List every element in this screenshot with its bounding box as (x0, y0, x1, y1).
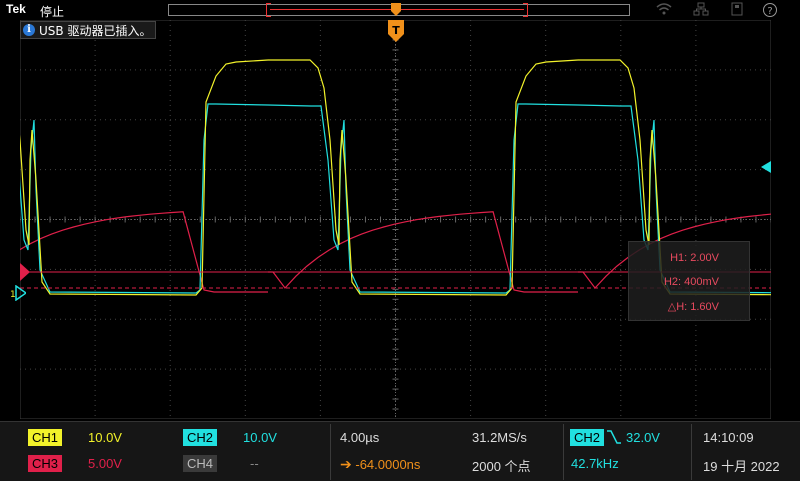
waveform-display[interactable] (20, 20, 771, 419)
horizontal-delay[interactable]: ➔ -64.0000ns (340, 456, 420, 473)
wifi-icon[interactable] (656, 2, 672, 18)
clock-date[interactable]: 19 十月 2022 (703, 456, 780, 475)
divider (330, 424, 331, 480)
trigger-marker-label: T (392, 24, 400, 37)
ch3-ground-marker[interactable] (20, 263, 32, 281)
trigger-source: CH2 (570, 429, 605, 446)
ch4-badge[interactable]: CH4 (183, 455, 218, 472)
usb-drive-icon[interactable] (729, 2, 745, 18)
sample-rate[interactable]: 31.2MS/s (472, 430, 527, 445)
bottom-settings-panel: CH1 10.0V CH2 10.0V CH3 5.00V CH4 -- 4.0… (0, 421, 800, 481)
info-icon: i (23, 24, 35, 36)
horizontal-scale[interactable]: 4.00µs (340, 430, 379, 445)
trigger-frequency[interactable]: 42.7kHz (571, 456, 619, 471)
ch3-label: CH3 (28, 455, 63, 472)
notification-usb-inserted[interactable]: i USB 驱动器已插入。 (20, 21, 157, 39)
cursor-h2-readout: H2: 400mV (663, 276, 719, 288)
cursor-delta-readout: △H: 1.60V (667, 301, 719, 313)
ch1-label: CH1 (28, 429, 63, 446)
delay-arrow-icon: ➔ (340, 456, 352, 472)
svg-text:?: ? (767, 6, 772, 17)
ch3-scale[interactable]: 5.00V (88, 456, 122, 471)
help-icon[interactable]: ? (762, 2, 778, 18)
trigger-level[interactable]: 32.0V (626, 430, 660, 445)
ch2-ground-marker[interactable]: 1 (8, 285, 26, 301)
ch2-label: CH2 (183, 429, 218, 446)
divider (691, 424, 692, 480)
trigger-position-record-marker (391, 3, 401, 16)
record-length[interactable]: 2000 个点 (472, 456, 531, 475)
ch1-badge[interactable]: CH1 (28, 429, 63, 446)
ch2-scale[interactable]: 10.0V (243, 430, 277, 445)
ch3-badge[interactable]: CH3 (28, 455, 63, 472)
ch1-scale[interactable]: 10.0V (88, 430, 122, 445)
notification-text: USB 驱动器已插入。 (39, 23, 152, 38)
falling-edge-icon (607, 430, 621, 444)
trigger-source-badge[interactable]: CH2 (570, 429, 605, 446)
cursor-h1-readout: H1: 2.00V (670, 252, 719, 264)
ch1-ground-label: 1 (10, 290, 16, 300)
ch4-scale[interactable]: -- (250, 456, 259, 471)
ch2-badge[interactable]: CH2 (183, 429, 218, 446)
cursor-readout-panel[interactable]: H1: 2.00V H2: 400mV △H: 1.60V (628, 241, 750, 321)
brand-logo: Tek (6, 2, 26, 16)
network-icon[interactable] (693, 2, 709, 18)
trigger-position-marker[interactable]: T (388, 20, 404, 44)
ch4-label: CH4 (183, 455, 218, 472)
clock-time[interactable]: 14:10:09 (703, 430, 754, 445)
acquisition-state[interactable]: 停止 (40, 3, 64, 20)
delay-value: -64.0000ns (355, 457, 421, 472)
trigger-level-marker[interactable] (759, 161, 771, 173)
divider (563, 424, 564, 480)
